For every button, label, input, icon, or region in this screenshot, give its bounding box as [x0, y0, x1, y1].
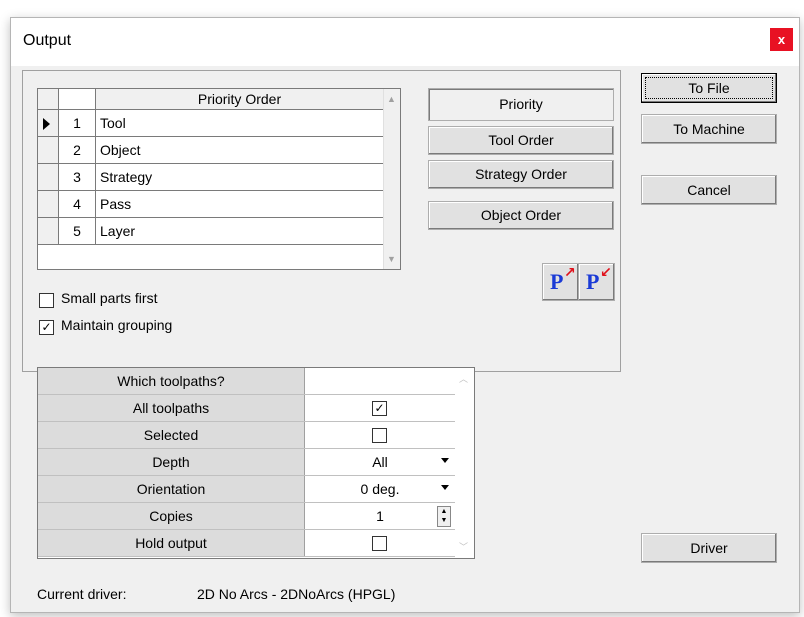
arrow-down-left-icon: ↙ [600, 265, 612, 281]
priority-row[interactable]: 3 Strategy [38, 164, 384, 191]
current-row-icon [43, 118, 50, 130]
scroll-down-icon[interactable]: ﹀ [458, 540, 469, 554]
scroll-up-icon[interactable]: ︿ [458, 372, 469, 386]
row-label[interactable]: Strategy [96, 164, 384, 190]
chevron-down-icon[interactable] [441, 485, 449, 490]
priority-down-icon: P [586, 269, 600, 294]
row-number: 4 [59, 191, 96, 217]
property-row[interactable]: Orientation 0 deg. [38, 476, 455, 503]
hold-output-checkbox[interactable] [372, 536, 387, 551]
property-label: Selected [38, 422, 305, 448]
small-parts-first-checkbox[interactable] [39, 293, 54, 308]
to-machine-button[interactable]: To Machine [641, 114, 777, 144]
property-row[interactable]: Hold output [38, 530, 455, 557]
row-indicator [38, 110, 59, 136]
object-order-button[interactable]: Object Order [428, 201, 614, 230]
arrow-up-right-icon: ↗ [564, 265, 576, 281]
row-number: 2 [59, 137, 96, 163]
number-header-cell [59, 89, 96, 109]
row-indicator [38, 218, 59, 244]
depth-dropdown[interactable]: All [305, 449, 455, 475]
property-row[interactable]: Selected [38, 422, 455, 449]
maintain-grouping-label: Maintain grouping [61, 317, 173, 333]
row-number: 3 [59, 164, 96, 190]
priority-up-icon: P [550, 269, 564, 294]
priority-button[interactable]: Priority [428, 88, 614, 121]
small-parts-first-label: Small parts first [61, 290, 158, 306]
close-button[interactable]: x [770, 28, 793, 51]
copies-stepper[interactable]: 1 ▲ ▼ [305, 503, 455, 529]
close-icon: x [777, 32, 786, 47]
current-driver-label: Current driver: [37, 586, 127, 602]
priority-row[interactable]: 4 Pass [38, 191, 384, 218]
scroll-up-icon[interactable]: ▲ [386, 92, 397, 106]
property-value[interactable]: ✓ [305, 395, 455, 421]
property-label: Orientation [38, 476, 305, 502]
spinner-icon[interactable]: ▲ ▼ [437, 506, 451, 527]
chevron-down-icon[interactable] [441, 458, 449, 463]
row-label[interactable]: Layer [96, 218, 384, 244]
indicator-header-cell [38, 89, 59, 109]
toolpath-property-grid[interactable]: Which toolpaths? All toolpaths ✓ Selecte… [37, 367, 475, 559]
property-label: Copies [38, 503, 305, 529]
property-row[interactable]: Depth All [38, 449, 455, 476]
maintain-grouping-checkbox[interactable]: ✓ [39, 320, 54, 335]
priority-order-header: Priority Order [96, 89, 384, 109]
copies-value[interactable]: 1 [376, 508, 384, 524]
property-grid-scrollbar[interactable]: ︿ ﹀ [456, 368, 474, 558]
row-label[interactable]: Tool [96, 110, 384, 136]
orientation-value: 0 deg. [360, 481, 400, 497]
row-indicator [38, 164, 59, 190]
driver-button[interactable]: Driver [641, 533, 777, 563]
scroll-down-icon[interactable]: ▼ [386, 252, 397, 266]
priority-groupbox: Priority Order 1 Tool 2 Object 3 Strateg… [22, 70, 621, 372]
row-label[interactable]: Pass [96, 191, 384, 217]
property-row[interactable]: All toolpaths ✓ [38, 395, 455, 422]
dialog-title: Output [23, 32, 72, 49]
priority-order-grid[interactable]: Priority Order 1 Tool 2 Object 3 Strateg… [37, 88, 401, 270]
property-label: Depth [38, 449, 305, 475]
orientation-dropdown[interactable]: 0 deg. [305, 476, 455, 502]
property-label: Which toolpaths? [38, 368, 305, 394]
row-indicator [38, 137, 59, 163]
current-driver-value: 2D No Arcs - 2DNoArcs (HPGL) [197, 586, 396, 602]
title-bar: Output x [11, 18, 799, 66]
to-file-button[interactable]: To File [641, 73, 777, 103]
all-toolpaths-checkbox[interactable]: ✓ [372, 401, 387, 416]
row-label[interactable]: Object [96, 137, 384, 163]
priority-row[interactable]: 2 Object [38, 137, 384, 164]
priority-row[interactable]: 5 Layer [38, 218, 384, 245]
property-value[interactable] [305, 422, 455, 448]
property-row[interactable]: Copies 1 ▲ ▼ [38, 503, 455, 530]
selected-checkbox[interactable] [372, 428, 387, 443]
property-value[interactable] [305, 530, 455, 556]
property-row: Which toolpaths? [38, 368, 455, 395]
property-label: Hold output [38, 530, 305, 556]
focus-rectangle [645, 77, 773, 99]
tool-order-button[interactable]: Tool Order [428, 126, 614, 155]
move-priority-up-button[interactable]: P ↗ [542, 263, 579, 301]
move-priority-down-button[interactable]: P ↙ [578, 263, 615, 301]
cancel-button[interactable]: Cancel [641, 175, 777, 205]
priority-row[interactable]: 1 Tool [38, 110, 384, 137]
row-number: 5 [59, 218, 96, 244]
row-indicator [38, 191, 59, 217]
depth-value: All [372, 454, 388, 470]
property-label: All toolpaths [38, 395, 305, 421]
strategy-order-button[interactable]: Strategy Order [428, 160, 614, 189]
priority-grid-header: Priority Order [38, 89, 384, 110]
property-value [305, 368, 455, 394]
priority-grid-scrollbar[interactable]: ▲ ▼ [383, 89, 400, 269]
row-number: 1 [59, 110, 96, 136]
